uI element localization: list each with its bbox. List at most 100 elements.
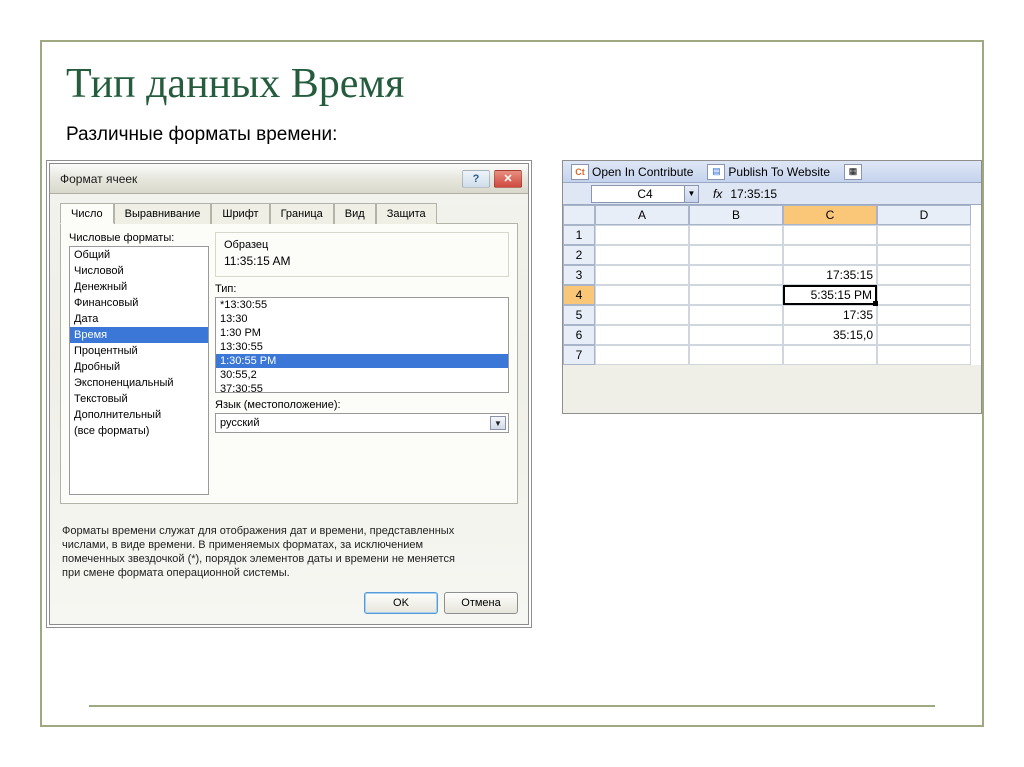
cell[interactable]: [689, 225, 783, 245]
select-all-corner[interactable]: [563, 205, 595, 225]
cancel-button[interactable]: Отмена: [444, 592, 518, 614]
row-header[interactable]: 3: [563, 265, 595, 285]
toolbar-group-publish[interactable]: ▤ Publish To Website: [703, 164, 834, 180]
language-value: русский: [220, 417, 259, 429]
format-category-list[interactable]: Общий Числовой Денежный Финансовый Дата …: [69, 246, 209, 495]
tabs-row: Число Выравнивание Шрифт Граница Вид Защ…: [60, 202, 518, 224]
type-section: Тип: *13:30:55 13:30 1:30 PM 13:30:55 1:…: [215, 283, 509, 495]
col-header-c[interactable]: C: [783, 205, 877, 225]
content-row: Формат ячеек ? ✕ Число Выравнивание Шриф…: [42, 154, 982, 628]
list-item[interactable]: Финансовый: [70, 295, 208, 311]
cell[interactable]: [689, 305, 783, 325]
row-header[interactable]: 7: [563, 345, 595, 365]
cell[interactable]: [595, 345, 689, 365]
cell[interactable]: [595, 325, 689, 345]
cell[interactable]: [595, 265, 689, 285]
cell[interactable]: [877, 345, 971, 365]
cell[interactable]: [877, 265, 971, 285]
list-item[interactable]: Дата: [70, 311, 208, 327]
cell[interactable]: [877, 305, 971, 325]
cell[interactable]: [783, 225, 877, 245]
list-item[interactable]: 1:30 PM: [216, 326, 508, 340]
list-item-selected[interactable]: 1:30:55 PM: [216, 354, 508, 368]
list-item[interactable]: (все форматы): [70, 423, 208, 439]
list-item[interactable]: 13:30: [216, 312, 508, 326]
row-header[interactable]: 6: [563, 325, 595, 345]
list-item[interactable]: 30:55,2: [216, 368, 508, 382]
list-item[interactable]: Экспоненциальный: [70, 375, 208, 391]
list-item[interactable]: Дополнительный: [70, 407, 208, 423]
dialog-body: Число Выравнивание Шрифт Граница Вид Защ…: [50, 194, 528, 514]
row-header[interactable]: 5: [563, 305, 595, 325]
sample-box: Образец 11:35:15 AM: [215, 232, 509, 277]
bottom-rule: [89, 705, 935, 707]
list-item[interactable]: Текстовый: [70, 391, 208, 407]
cell[interactable]: [689, 265, 783, 285]
list-item[interactable]: 37:30:55: [216, 382, 508, 393]
list-item[interactable]: *13:30:55: [216, 298, 508, 312]
type-label: Тип:: [215, 283, 509, 295]
cell-c4-selected[interactable]: 5:35:15 PM: [783, 285, 877, 305]
list-item[interactable]: Дробный: [70, 359, 208, 375]
slide-subtitle: Различные форматы времени:: [42, 108, 982, 154]
type-format-list[interactable]: *13:30:55 13:30 1:30 PM 13:30:55 1:30:55…: [215, 297, 509, 393]
cell[interactable]: [595, 285, 689, 305]
cell[interactable]: [783, 345, 877, 365]
slide-frame: Тип данных Время Различные форматы време…: [40, 40, 984, 727]
spreadsheet-grid[interactable]: A B C D 1 2 3 17:35:15 4: [563, 205, 981, 365]
toolbar-label: Publish To Website: [728, 165, 830, 179]
list-item[interactable]: Процентный: [70, 343, 208, 359]
list-item[interactable]: Общий: [70, 247, 208, 263]
contribute-icon: Ct: [571, 164, 589, 180]
cell[interactable]: [877, 325, 971, 345]
list-item[interactable]: Числовой: [70, 263, 208, 279]
cell-c5[interactable]: 17:35: [783, 305, 877, 325]
cell[interactable]: [689, 325, 783, 345]
excel-toolbar: Ct Open In Contribute ▤ Publish To Websi…: [563, 161, 981, 183]
cell[interactable]: [595, 245, 689, 265]
row-header[interactable]: 1: [563, 225, 595, 245]
name-box[interactable]: C4 ▼: [591, 185, 699, 203]
toolbar-group-extra[interactable]: ▦: [840, 164, 866, 180]
tab-border[interactable]: Граница: [270, 203, 334, 224]
tab-alignment[interactable]: Выравнивание: [114, 203, 212, 224]
row-header[interactable]: 4: [563, 285, 595, 305]
tab-fill[interactable]: Вид: [334, 203, 376, 224]
list-item-selected[interactable]: Время: [70, 327, 208, 343]
language-label: Язык (местоположение):: [215, 399, 509, 411]
cell[interactable]: [595, 225, 689, 245]
cell[interactable]: [595, 305, 689, 325]
window-controls: ? ✕: [462, 170, 522, 188]
row-header[interactable]: 2: [563, 245, 595, 265]
col-header-a[interactable]: A: [595, 205, 689, 225]
col-header-b[interactable]: B: [689, 205, 783, 225]
cell[interactable]: [689, 245, 783, 265]
cell[interactable]: [783, 245, 877, 265]
language-dropdown[interactable]: русский ▼: [215, 413, 509, 433]
cell[interactable]: [877, 225, 971, 245]
list-item[interactable]: Денежный: [70, 279, 208, 295]
cell-c3[interactable]: 17:35:15: [783, 265, 877, 285]
col-header-d[interactable]: D: [877, 205, 971, 225]
formats-label: Числовые форматы:: [69, 232, 209, 244]
tab-content: Числовые форматы: Общий Числовой Денежны…: [60, 224, 518, 504]
cell[interactable]: [877, 285, 971, 305]
ok-button[interactable]: OK: [364, 592, 438, 614]
toolbar-group-contribute[interactable]: Ct Open In Contribute: [567, 164, 697, 180]
cell[interactable]: [877, 245, 971, 265]
list-item[interactable]: 13:30:55: [216, 340, 508, 354]
sample-label: Образец: [224, 239, 500, 251]
tab-protection[interactable]: Защита: [376, 203, 437, 224]
cell[interactable]: [689, 345, 783, 365]
cell[interactable]: [689, 285, 783, 305]
fx-icon[interactable]: fx: [699, 187, 730, 201]
description-text: Форматы времени служат для отображения д…: [50, 514, 528, 586]
tab-font[interactable]: Шрифт: [211, 203, 269, 224]
desc-line: при смене формата операционной системы.: [62, 566, 516, 580]
tab-number[interactable]: Число: [60, 203, 114, 224]
cell-c6[interactable]: 35:15,0: [783, 325, 877, 345]
titlebar[interactable]: Формат ячеек ? ✕: [50, 164, 528, 194]
close-button[interactable]: ✕: [494, 170, 522, 188]
help-button[interactable]: ?: [462, 170, 490, 188]
formula-value[interactable]: 17:35:15: [730, 187, 777, 201]
